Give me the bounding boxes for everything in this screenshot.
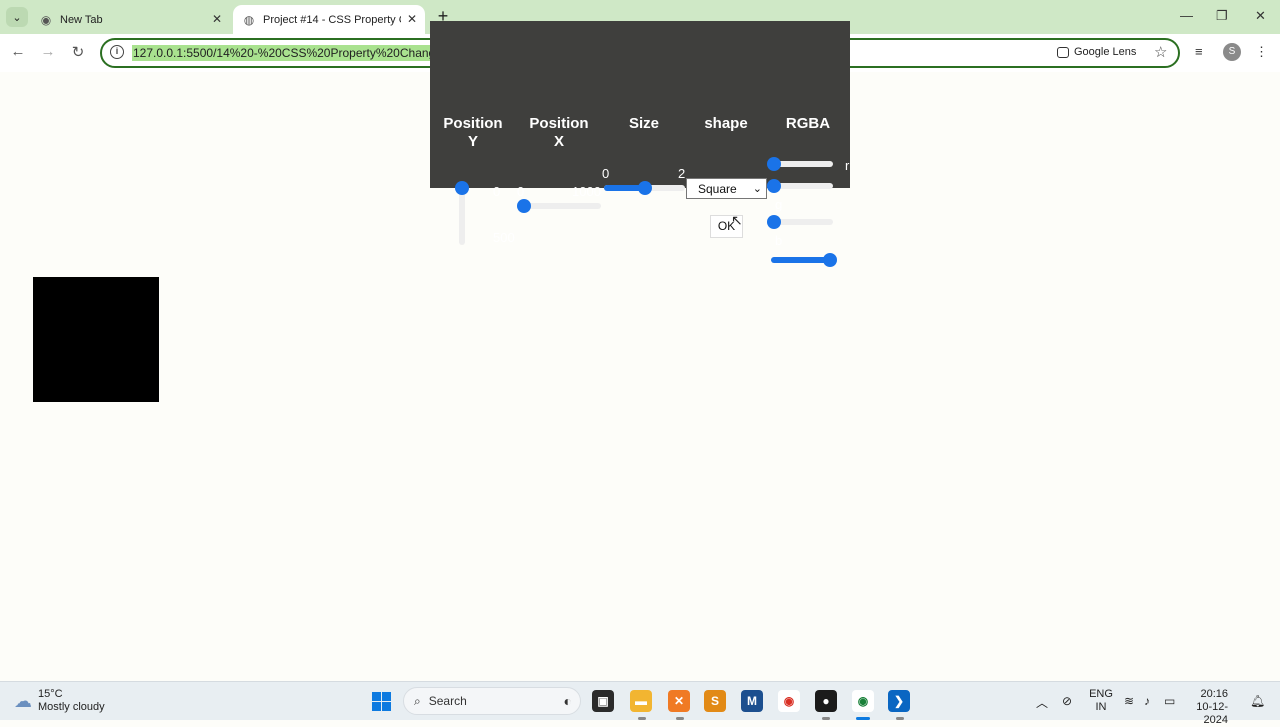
mongodb-compass-icon[interactable]: M	[741, 690, 763, 712]
reload-icon[interactable]: ↻	[68, 43, 88, 61]
green-label: g	[775, 197, 783, 212]
taskbar-search[interactable]: ⌕ Search ◐	[403, 687, 581, 715]
red-label: r	[845, 158, 850, 173]
screen-recorder-icon[interactable]: ●	[815, 690, 837, 712]
header-shape: shape	[704, 115, 748, 132]
position-x-min-label: 0	[517, 184, 525, 199]
bookmark-star-icon[interactable]: ☆	[1154, 43, 1167, 61]
size-slider[interactable]	[604, 181, 685, 195]
wifi-icon[interactable]: ≋	[1124, 694, 1134, 708]
red-slider[interactable]	[767, 157, 833, 171]
slider-thumb[interactable]	[517, 199, 531, 213]
task-view-icon[interactable]: ▣	[592, 690, 614, 712]
battery-icon[interactable]: ▭	[1164, 694, 1175, 708]
tab-search-chevron-icon[interactable]: ⌄	[6, 7, 28, 27]
clock-time: 20:16	[1200, 688, 1228, 700]
chrome-icon[interactable]: ◉	[778, 690, 800, 712]
language-line: IN	[1095, 701, 1107, 713]
slider-thumb[interactable]	[637, 181, 652, 195]
position-y-max-label: 500	[493, 230, 515, 245]
header-position-x: Position X	[526, 115, 592, 151]
windows-start-icon[interactable]	[372, 692, 391, 711]
sublime-text-icon[interactable]: S	[704, 690, 726, 712]
site-info-icon[interactable]: i	[110, 45, 124, 59]
close-tab-icon[interactable]: ✕	[212, 12, 222, 26]
vscode-icon[interactable]: ❯	[888, 690, 910, 712]
tab-title: Project #14 - CSS Property Changer	[263, 13, 401, 26]
lens-camera-icon	[1057, 46, 1069, 58]
slider-thumb[interactable]	[767, 215, 781, 229]
cloud-offline-icon[interactable]: ⊘	[1062, 694, 1072, 708]
language-indicator[interactable]: ENG IN	[1088, 688, 1114, 714]
chrome-profile-icon[interactable]: ◉	[852, 690, 874, 712]
blue-slider[interactable]	[767, 215, 833, 229]
blue-label: b	[775, 233, 783, 248]
restore-icon[interactable]: ❐	[1216, 8, 1228, 24]
clock-date: 10-12-2024	[1196, 701, 1228, 726]
minimize-icon[interactable]: —	[1180, 8, 1193, 23]
header-line: Position	[529, 115, 589, 132]
size-max-label: 2	[678, 166, 686, 181]
tab-project[interactable]: ◍ Project #14 - CSS Property Changer ✕	[233, 5, 425, 34]
profile-avatar[interactable]: S	[1223, 43, 1241, 61]
forward-arrow-icon[interactable]: →	[38, 43, 58, 60]
close-window-icon[interactable]: ✕	[1255, 8, 1266, 24]
header-line: X	[553, 133, 564, 150]
slider-thumb[interactable]	[767, 157, 781, 171]
file-explorer-icon[interactable]: ▬	[630, 690, 652, 712]
temperature: 15°C	[38, 688, 63, 700]
header-line: Y	[467, 133, 478, 150]
shape-select[interactable]: Square ⌄	[686, 178, 767, 199]
size-min-label: 0	[602, 166, 610, 181]
slider-thumb[interactable]	[823, 253, 837, 267]
header-line: Position	[443, 115, 503, 132]
chevron-down-icon: ⌄	[752, 183, 762, 195]
search-highlight-icon: ◐	[563, 693, 572, 709]
header-position-y: Position Y	[440, 115, 506, 151]
header-size: Size	[628, 115, 659, 132]
weather-condition: Mostly cloudy	[38, 701, 105, 713]
position-y-slider[interactable]	[455, 181, 469, 245]
lens-label: Google Lens	[1074, 46, 1137, 58]
google-lens-button[interactable]: Google Lens	[1057, 46, 1136, 58]
tab-title: New Tab	[60, 13, 103, 26]
mouse-cursor-icon: ↖	[731, 212, 743, 228]
chevron-up-icon[interactable]: ︿	[1036, 694, 1048, 711]
alpha-slider[interactable]	[771, 253, 837, 267]
cloud-sun-icon: ☁	[14, 690, 32, 711]
position-x-slider[interactable]	[517, 199, 601, 213]
header-rgba: RGBA	[785, 115, 831, 132]
close-tab-icon[interactable]: ✕	[407, 12, 417, 26]
clock[interactable]: 20:16 10-12-2024	[1188, 688, 1228, 727]
xampp-icon[interactable]: ✕	[668, 690, 690, 712]
menu-kebab-icon[interactable]: ⋮	[1255, 44, 1268, 60]
weather-widget[interactable]: ☁ 15°C Mostly cloudy	[14, 688, 105, 714]
notification-bell-icon[interactable]: 🔔︎	[1250, 694, 1265, 708]
shape-selected-value: Square	[698, 181, 737, 196]
tab-new-tab[interactable]: ◉ New Tab ✕	[30, 5, 230, 34]
search-label: Search	[428, 694, 467, 708]
windows-taskbar: ☁ 15°C Mostly cloudy ⌕ Search ◐ ▣ ▬ ✕ S …	[0, 681, 1280, 726]
language-line: ENG	[1089, 688, 1113, 700]
chrome-icon: ◉	[40, 12, 52, 27]
shape-preview-box	[33, 277, 159, 402]
back-arrow-icon[interactable]: ←	[8, 43, 28, 60]
speaker-muted-icon[interactable]: ♪	[1144, 694, 1150, 708]
search-icon: ⌕	[414, 693, 421, 708]
slider-thumb[interactable]	[455, 181, 469, 195]
position-y-min-label: 0	[493, 184, 501, 199]
position-x-max-label: 1000	[572, 184, 601, 199]
slider-fill	[771, 257, 830, 263]
globe-icon: ◍	[243, 12, 255, 27]
slider-thumb[interactable]	[767, 179, 781, 193]
green-slider[interactable]	[767, 179, 833, 193]
media-controls-icon[interactable]: ≡	[1195, 44, 1203, 59]
